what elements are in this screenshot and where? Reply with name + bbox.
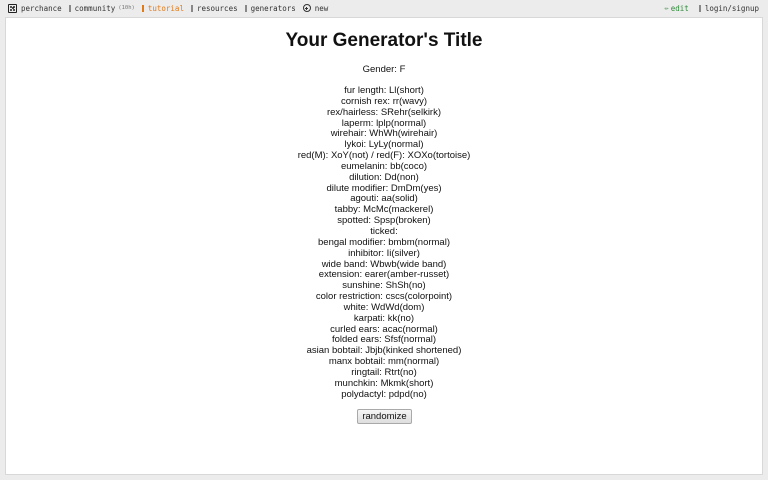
trait-line: karpati: kk(no) (353, 312, 415, 324)
trait-line: polydactyl: pdpd(no) (341, 388, 427, 400)
edit-label: edit (670, 3, 689, 13)
nav-community-count: (10h) (118, 5, 135, 11)
gender-line: Gender: F (362, 64, 406, 75)
trait-list: fur length: Ll(short) cornish rex: rr(wav… (6, 85, 762, 400)
trait-line: rex/hairless: SRehr(selkirk) (326, 106, 442, 118)
login-label: login/signup (704, 3, 759, 13)
nav-community-link[interactable]: community (10h) (68, 3, 135, 13)
top-navigation-bar: perchance community (10h) tutorial resou… (0, 0, 768, 16)
book-icon (68, 4, 71, 12)
nav-new-label: new (314, 3, 329, 13)
nav-tutorial-label: tutorial (147, 3, 184, 13)
trait-line: inhibitor: Ii(silver) (348, 247, 420, 259)
nav-community-label: community (74, 3, 116, 13)
nav-generators-label: generators (250, 3, 296, 13)
nav-right-group: ✏ edit login/signup (665, 0, 759, 16)
nav-new-link[interactable]: new (302, 3, 329, 13)
book-icon (190, 4, 193, 12)
edit-link[interactable]: ✏ edit (665, 4, 689, 13)
book-icon (141, 4, 144, 12)
book-icon (698, 4, 701, 12)
pencil-icon: ✏ (664, 4, 669, 12)
trait-line: munchkin: Mkmk(short) (334, 377, 434, 389)
generator-output-panel: Your Generator's Title Gender: F fur len… (5, 17, 763, 475)
dice-icon (8, 3, 17, 13)
login-link[interactable]: login/signup (698, 3, 759, 13)
nav-generators-link[interactable]: generators (244, 3, 296, 13)
nav-resources-link[interactable]: resources (190, 3, 238, 13)
nav-site-link[interactable]: perchance (21, 4, 62, 13)
nav-tutorial-link[interactable]: tutorial (141, 3, 184, 13)
nav-resources-label: resources (196, 3, 238, 13)
book-icon (244, 4, 247, 12)
page-title: Your Generator's Title (285, 30, 483, 51)
randomize-button[interactable]: randomize (357, 409, 412, 424)
trait-line: dilution: Dd(non) (349, 171, 419, 183)
plus-icon (302, 4, 311, 12)
